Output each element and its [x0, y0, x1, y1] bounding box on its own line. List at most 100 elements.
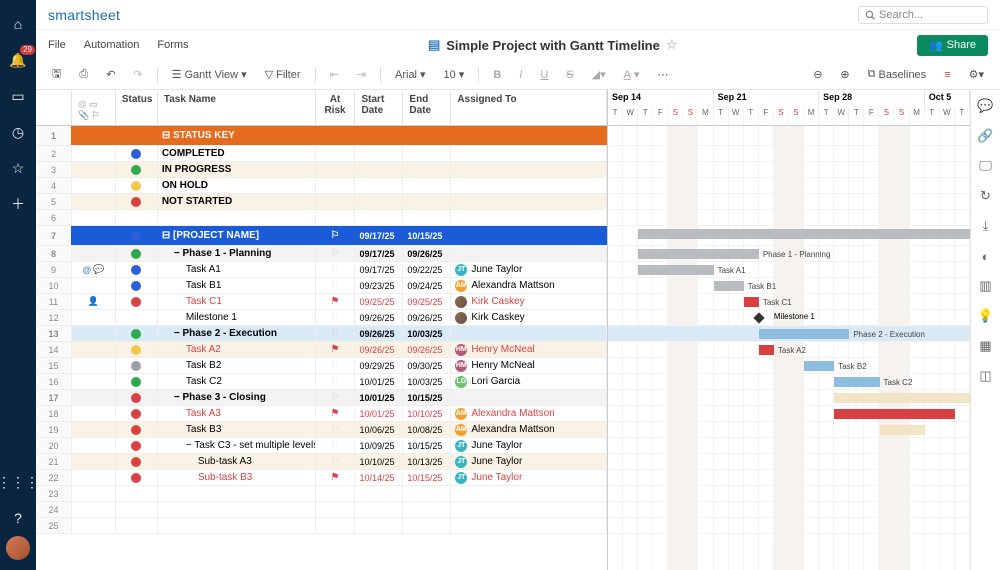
atrisk-cell[interactable]: ⚐ — [316, 326, 356, 341]
grid-row[interactable]: 2COMPLETED — [36, 146, 607, 162]
atrisk-cell[interactable]: ⚐ — [316, 310, 356, 325]
atrisk-cell[interactable] — [316, 146, 356, 161]
row-number[interactable]: 19 — [36, 422, 72, 437]
row-indicators[interactable] — [72, 246, 116, 261]
col-taskname[interactable]: Task Name — [158, 90, 316, 125]
save-icon[interactable]: 🖫 — [48, 63, 65, 86]
grid-row[interactable]: 17− Phase 3 - Closing⚐10/01/2510/15/25 — [36, 390, 607, 406]
task-cell[interactable]: Sub-task B3 — [158, 470, 316, 485]
assigned-cell[interactable]: JTJune Taylor — [451, 470, 607, 485]
assigned-cell[interactable]: Kirk Caskey — [451, 310, 607, 325]
startdate-cell[interactable] — [355, 194, 403, 209]
status-cell[interactable] — [116, 246, 158, 261]
row-number[interactable]: 12 — [36, 310, 72, 325]
enddate-cell[interactable] — [403, 210, 451, 225]
atrisk-cell[interactable] — [316, 126, 356, 145]
row-indicators[interactable]: 👤 — [72, 294, 116, 309]
startdate-cell[interactable]: 10/09/25 — [355, 438, 403, 453]
status-cell[interactable] — [116, 342, 158, 357]
folder-icon[interactable]: ▭ — [6, 84, 30, 108]
grid-row[interactable]: 16Task C2⚐10/01/2510/03/25LGLori Garcia — [36, 374, 607, 390]
gantt-row[interactable]: Task B1 — [608, 278, 970, 294]
grid-row[interactable]: 6 — [36, 210, 607, 226]
startdate-cell[interactable]: 09/26/25 — [355, 342, 403, 357]
underline-icon[interactable]: U — [536, 67, 552, 83]
gantt-row[interactable] — [608, 470, 970, 486]
gantt-bar[interactable]: Task A2 — [759, 345, 774, 355]
atrisk-cell[interactable]: ⚑ — [316, 470, 356, 485]
recents-icon[interactable]: ◷ — [6, 120, 30, 144]
row-indicators[interactable] — [72, 146, 116, 161]
row-number[interactable]: 4 — [36, 178, 72, 193]
atrisk-cell[interactable] — [316, 194, 356, 209]
baselines-button[interactable]: ⧉ Baselines — [864, 66, 931, 83]
brandfolder-icon[interactable]: ◫ — [978, 368, 994, 384]
atrisk-cell[interactable]: ⚐ — [316, 374, 356, 389]
task-cell[interactable] — [158, 502, 316, 517]
startdate-cell[interactable] — [355, 146, 403, 161]
atrisk-cell[interactable]: ⚐ — [316, 278, 356, 293]
grid-row[interactable]: 18Task A3⚑10/01/2510/10/25AMAlexandra Ma… — [36, 406, 607, 422]
status-cell[interactable] — [116, 162, 158, 177]
favorites-icon[interactable]: ☆ — [6, 156, 30, 180]
atrisk-cell[interactable]: ⚑ — [316, 294, 356, 309]
grid-row[interactable]: 25 — [36, 518, 607, 534]
row-number[interactable]: 11 — [36, 294, 72, 309]
italic-icon[interactable]: I — [515, 67, 526, 83]
menu-automation[interactable]: Automation — [84, 39, 140, 51]
workapps-icon[interactable]: ▦ — [978, 338, 994, 354]
row-indicators[interactable] — [72, 422, 116, 437]
task-cell[interactable]: ON HOLD — [158, 178, 316, 193]
enddate-cell[interactable] — [403, 194, 451, 209]
startdate-cell[interactable] — [355, 486, 403, 501]
startdate-cell[interactable]: 10/01/25 — [355, 374, 403, 389]
task-cell[interactable]: Task B2 — [158, 358, 316, 373]
status-cell[interactable] — [116, 310, 158, 325]
col-atrisk[interactable]: At Risk — [316, 90, 356, 125]
zoomin-icon[interactable]: ⊕ — [836, 66, 853, 83]
enddate-cell[interactable]: 09/25/25 — [403, 294, 451, 309]
assigned-cell[interactable] — [451, 146, 607, 161]
task-cell[interactable]: Task A1 — [158, 262, 316, 277]
assigned-cell[interactable] — [451, 210, 607, 225]
row-indicators[interactable] — [72, 126, 116, 145]
enddate-cell[interactable]: 10/03/25 — [403, 374, 451, 389]
assigned-cell[interactable] — [451, 486, 607, 501]
font-picker[interactable]: Arial ▾ — [391, 66, 430, 83]
add-icon[interactable]: ＋ — [6, 192, 30, 216]
more-icon[interactable]: ⋯ — [654, 66, 673, 83]
gantt-bar[interactable] — [834, 393, 970, 403]
row-number[interactable]: 18 — [36, 406, 72, 421]
enddate-cell[interactable]: 10/03/25 — [403, 326, 451, 341]
startdate-cell[interactable]: 10/10/25 — [355, 454, 403, 469]
atrisk-cell[interactable]: ⚐ — [316, 454, 356, 469]
row-indicators[interactable] — [72, 226, 116, 245]
enddate-cell[interactable]: 10/13/25 — [403, 454, 451, 469]
startdate-cell[interactable]: 09/17/25 — [355, 246, 403, 261]
fill-icon[interactable]: ◢▾ — [588, 66, 610, 83]
atrisk-cell[interactable]: ⚑ — [316, 406, 356, 421]
row-indicators[interactable] — [72, 342, 116, 357]
gantt-bar[interactable]: Task C1 — [744, 297, 759, 307]
row-indicators[interactable] — [72, 390, 116, 405]
enddate-cell[interactable] — [403, 502, 451, 517]
enddate-cell[interactable]: 10/15/25 — [403, 226, 451, 245]
row-number[interactable]: 16 — [36, 374, 72, 389]
task-cell[interactable]: COMPLETED — [158, 146, 316, 161]
row-indicators[interactable] — [72, 486, 116, 501]
col-rownum[interactable] — [36, 90, 72, 125]
assigned-cell[interactable] — [451, 246, 607, 261]
startdate-cell[interactable] — [355, 126, 403, 145]
col-assigned[interactable]: Assigned To — [451, 90, 607, 125]
row-number[interactable]: 5 — [36, 194, 72, 209]
status-cell[interactable] — [116, 146, 158, 161]
idea-icon[interactable]: 💡 — [978, 308, 994, 324]
gantt-row[interactable]: Task B2 — [608, 358, 970, 374]
gantt-row[interactable] — [608, 486, 970, 502]
startdate-cell[interactable] — [355, 518, 403, 533]
startdate-cell[interactable]: 09/26/25 — [355, 326, 403, 341]
row-indicators[interactable]: @💬 — [72, 262, 116, 277]
row-number[interactable]: 21 — [36, 454, 72, 469]
row-indicators[interactable] — [72, 470, 116, 485]
proofs-icon[interactable]: 🖵 — [978, 158, 994, 174]
